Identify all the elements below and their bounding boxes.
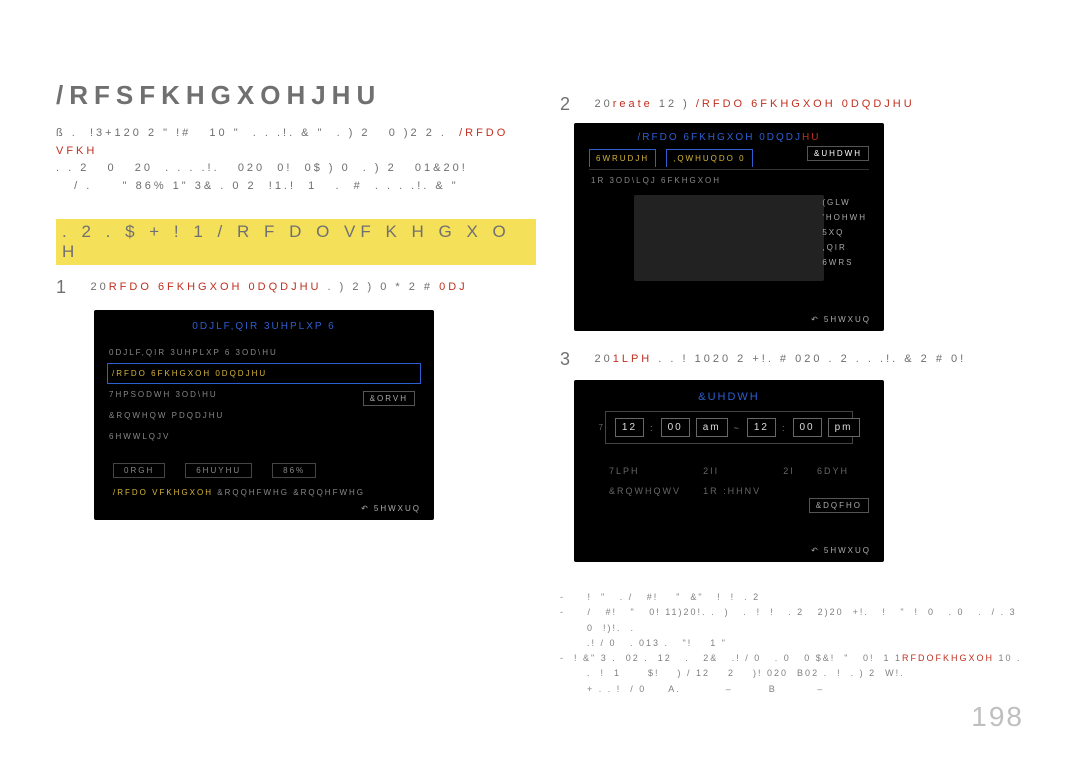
step-text: 201LPH . . ! 1020 2 +!. # 020 . 2 . . .!…: [594, 353, 966, 365]
status-playlist: 1R 3OD\LQJ 6FKHGXOH: [589, 169, 869, 191]
side-option[interactable]: ,QIR: [822, 243, 867, 252]
side-option[interactable]: 5XQ: [822, 228, 867, 237]
page-number: 198: [971, 701, 1024, 733]
val-of: 2I: [783, 466, 795, 476]
tab-internal[interactable]: ,QWHUQDO 0: [666, 149, 752, 167]
preview-area: [634, 195, 825, 281]
step-number: 2: [560, 94, 570, 115]
time-start-ampm[interactable]: am: [696, 418, 728, 437]
time-row: 7 12 : 00 am ~ 12 : 00 pm: [605, 411, 853, 444]
val-save: 6DYH: [817, 466, 849, 476]
time-end-hour[interactable]: 12: [747, 418, 776, 437]
menu-item[interactable]: /RFDO 6FKHGXOH 0DQDJHU: [107, 363, 421, 384]
time-end-ampm[interactable]: pm: [828, 418, 860, 437]
step-1: 1 20RFDO 6FKHGXOH 0DQDJHU . ) 2 ) 0 * 2 …: [56, 277, 536, 298]
create-button[interactable]: &UHDWH: [763, 149, 869, 167]
return-button[interactable]: 5HWXUQ: [361, 504, 421, 513]
side-options: (GLW 'HOHWH 5XQ ,QIR 6WRS: [822, 198, 867, 267]
val-off: 2II: [703, 466, 761, 476]
screenshot-create: &UHDWH 7 12 : 00 am ~ 12 : 00 pm 7LPH &R…: [574, 380, 884, 562]
time-start-min[interactable]: 00: [661, 418, 690, 437]
step-number: 1: [56, 277, 66, 298]
side-option[interactable]: (GLW: [822, 198, 867, 207]
step-2: 2 20reate 12 ) /RFDO 6FKHGXOH 0DQDJHU: [560, 94, 1028, 115]
screenshot-manager: /RFDO 6FKHGXOH 0DQDJHU 6WRUDJH ,QWHUQDO …: [574, 123, 884, 331]
notes-block: - ! " . / #! " &" ! ! . 2- / #! " 0! 11)…: [560, 590, 1028, 697]
right-column: 2 20reate 12 ) /RFDO 6FKHGXOH 0DQDJHU /R…: [560, 94, 1028, 697]
time-start-hour[interactable]: 12: [615, 418, 644, 437]
row-time: 7LPH: [609, 466, 681, 476]
section-heading: . 2 . $ + ! 1 / R F D O VF K H G X O H: [56, 219, 536, 265]
option-grid: 7LPH &RQWHQWV 2II 1R :HHNV 2I 6DYH: [609, 466, 849, 496]
return-button[interactable]: 5HWXUQ: [811, 315, 871, 324]
step-text: 20reate 12 ) /RFDO 6FKHGXOH 0DQDJHU: [594, 98, 914, 110]
row-contents: &RQWHQWV: [609, 486, 681, 496]
close-button[interactable]: &ORVH: [363, 391, 415, 406]
step-text: 20RFDO 6FKHGXOH 0DQDJHU . ) 2 ) 0 * 2 # …: [90, 281, 467, 293]
side-option[interactable]: 'HOHWH: [822, 213, 867, 222]
step-number: 3: [560, 349, 570, 370]
app-title: 0DJLF,QIR 3UHPLXP 6: [95, 311, 433, 338]
intro-text: ß . !3+120 2 " !# 10 " . . .!. & " . ) 2…: [56, 125, 536, 195]
cancel-button[interactable]: &DQFHO: [809, 498, 869, 513]
mode-row: 0RGH6HUYHU86%: [95, 457, 433, 484]
manual-page: /RFSFKHGXOHJHU ß . !3+120 2 " !# 10 " . …: [0, 0, 1080, 763]
tab-bar: 6WRUDJH ,QWHUQDO 0 &UHDWH: [575, 149, 883, 167]
tab-storage[interactable]: 6WRUDJH: [589, 149, 656, 167]
return-button[interactable]: 5HWXUQ: [811, 546, 871, 555]
create-title: &UHDWH: [575, 381, 883, 411]
side-option[interactable]: 6WRS: [822, 258, 867, 267]
step-3: 3 201LPH . . ! 1020 2 +!. # 020 . 2 . . …: [560, 349, 1028, 370]
status-line: /RFDO VFKHGXOH &RQQHFWHG &RQQHFWHG: [95, 484, 433, 501]
left-column: /RFSFKHGXOHJHU ß . !3+120 2 " !# 10 " . …: [56, 80, 536, 520]
screenshot-menu: 0DJLF,QIR 3UHPLXP 6 0DJLF,QIR 3UHPLXP 6 …: [94, 310, 434, 520]
val-weeks: 1R :HHNV: [703, 486, 761, 496]
page-title: /RFSFKHGXOHJHU: [56, 80, 536, 111]
menu-item[interactable]: &RQWHQW PDQDJHU: [107, 405, 421, 426]
time-end-min[interactable]: 00: [793, 418, 822, 437]
menu-item[interactable]: 0DJLF,QIR 3UHPLXP 6 3OD\HU: [107, 342, 421, 363]
menu-item[interactable]: 6HWWLQJV: [107, 426, 421, 447]
